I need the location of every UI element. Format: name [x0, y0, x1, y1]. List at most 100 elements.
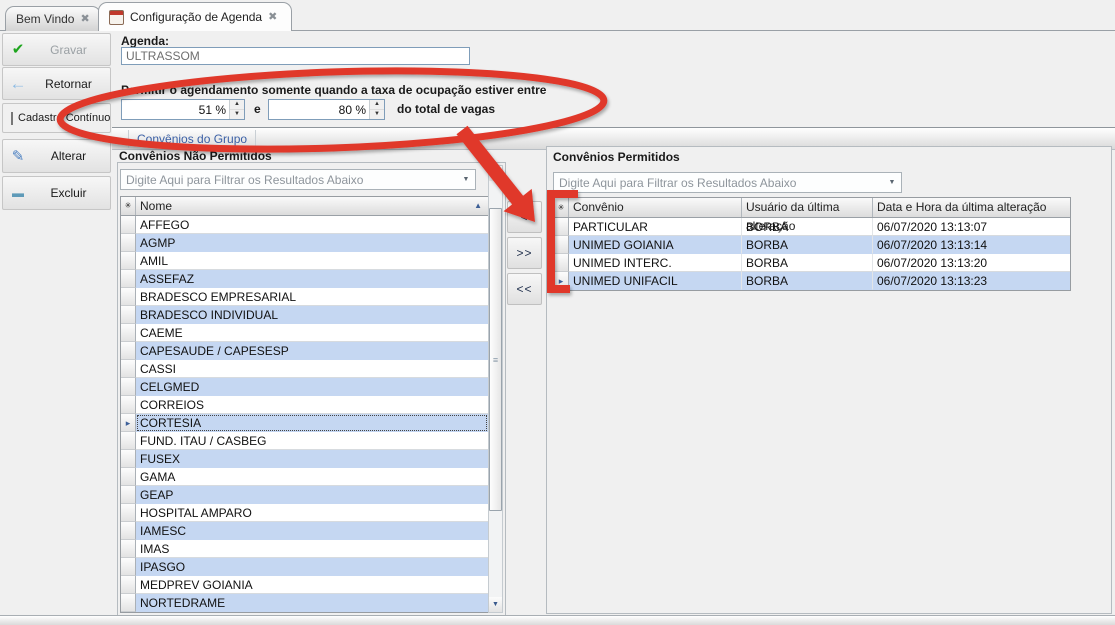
left-list-row[interactable]: AGMP [121, 234, 488, 252]
usuario-cell[interactable]: BORBA [742, 254, 873, 272]
convenio-name-cell[interactable]: IAMESC [136, 522, 488, 540]
occupancy-max-input[interactable] [269, 100, 369, 119]
row-selector-cell[interactable] [121, 324, 136, 342]
convenio-name-cell[interactable]: CORTESIA [136, 414, 488, 432]
usuario-cell[interactable]: BORBA [742, 218, 873, 236]
tab-bem-vindo[interactable]: Bem Vindo ✖ [5, 6, 101, 31]
grid-star-icon[interactable]: ✳ [121, 197, 136, 215]
row-selector-cell[interactable] [121, 594, 136, 612]
column-header-convenio[interactable]: Convênio [569, 198, 742, 217]
row-selector-cell[interactable] [121, 360, 136, 378]
convenio-name-cell[interactable]: IPASGO [136, 558, 488, 576]
convenio-name-cell[interactable]: CELGMED [136, 378, 488, 396]
row-selector-cell[interactable] [121, 576, 136, 594]
spin-up-icon[interactable]: ▲ [230, 100, 244, 109]
row-selector-cell[interactable] [554, 254, 569, 272]
column-header-data-hora[interactable]: Data e Hora da última alteração [873, 198, 1070, 217]
convenio-name-cell[interactable]: AGMP [136, 234, 488, 252]
row-selector-cell[interactable] [121, 504, 136, 522]
convenio-name-cell[interactable]: FUND. ITAU / CASBEG [136, 432, 488, 450]
left-list-row[interactable]: GAMA [121, 468, 488, 486]
left-list-row[interactable]: CORREIOS [121, 396, 488, 414]
left-list-row[interactable]: MEDPREV GOIANIA [121, 576, 488, 594]
right-list-row[interactable]: ▸UNIMED UNIFACILBORBA06/07/2020 13:13:23 [554, 272, 1070, 290]
row-selector-cell[interactable] [554, 236, 569, 254]
convenio-name-cell[interactable]: AFFEGO [136, 216, 488, 234]
row-selector-cell[interactable] [121, 234, 136, 252]
spin-down-icon[interactable]: ▼ [230, 109, 244, 119]
row-selector-cell[interactable] [554, 218, 569, 236]
left-list-row[interactable]: ▸CORTESIA [121, 414, 488, 432]
row-selector-cell[interactable] [121, 432, 136, 450]
convenio-name-cell[interactable]: BRADESCO EMPRESARIAL [136, 288, 488, 306]
occupancy-min-input[interactable] [122, 100, 229, 119]
left-list-row[interactable]: IAMESC [121, 522, 488, 540]
right-filter-input[interactable] [554, 176, 883, 190]
left-list-row[interactable]: GEAP [121, 486, 488, 504]
row-selector-cell[interactable] [121, 522, 136, 540]
convenio-name-cell[interactable]: CAEME [136, 324, 488, 342]
close-icon[interactable]: ✖ [80, 14, 89, 25]
convenio-name-cell[interactable]: BRADESCO INDIVIDUAL [136, 306, 488, 324]
right-list-row[interactable]: UNIMED INTERC.BORBA06/07/2020 13:13:20 [554, 254, 1070, 272]
left-list-row[interactable]: CAEME [121, 324, 488, 342]
scrollbar-thumb[interactable]: ≡ [489, 208, 502, 511]
close-icon[interactable]: ✖ [268, 12, 277, 23]
left-list-row[interactable]: CELGMED [121, 378, 488, 396]
convenio-name-cell[interactable]: GAMA [136, 468, 488, 486]
row-selector-cell[interactable]: ▸ [121, 414, 136, 432]
data-hora-cell[interactable]: 06/07/2020 13:13:20 [873, 254, 1070, 272]
row-selector-cell[interactable] [121, 252, 136, 270]
spin-up-icon[interactable]: ▲ [370, 100, 384, 109]
left-list-row[interactable]: IPASGO [121, 558, 488, 576]
row-selector-cell[interactable] [121, 270, 136, 288]
row-selector-cell[interactable] [121, 306, 136, 324]
gravar-button[interactable]: ✔ Gravar [2, 33, 111, 66]
convenio-name-cell[interactable]: CASSI [136, 360, 488, 378]
scroll-down-icon[interactable]: ▼ [489, 597, 502, 612]
row-selector-cell[interactable] [121, 288, 136, 306]
convenio-name-cell[interactable]: IMAS [136, 540, 488, 558]
scroll-up-icon[interactable]: ▲ [489, 166, 502, 181]
left-list-row[interactable]: HOSPITAL AMPARO [121, 504, 488, 522]
right-list-row[interactable]: UNIMED GOIANIABORBA06/07/2020 13:13:14 [554, 236, 1070, 254]
move-all-left-button[interactable]: << [507, 273, 542, 305]
convenio-name-cell[interactable]: FUSEX [136, 450, 488, 468]
left-list-row[interactable]: BRADESCO EMPRESARIAL [121, 288, 488, 306]
convenio-cell[interactable]: UNIMED INTERC. [569, 254, 742, 272]
convenio-name-cell[interactable]: ASSEFAZ [136, 270, 488, 288]
right-list-row[interactable]: PARTICULARBORBA06/07/2020 13:13:07 [554, 218, 1070, 236]
row-selector-cell[interactable] [121, 342, 136, 360]
row-selector-cell[interactable] [121, 216, 136, 234]
row-selector-cell[interactable]: ▸ [554, 272, 569, 290]
spin-down-icon[interactable]: ▼ [370, 109, 384, 119]
excluir-button[interactable]: ▬ Excluir [2, 176, 111, 210]
convenio-name-cell[interactable]: NORTEDRAME [136, 594, 488, 612]
left-list-scrollbar[interactable]: ▲ ≡ ▼ [488, 165, 503, 613]
left-list-row[interactable]: AFFEGO [121, 216, 488, 234]
left-list-row[interactable]: CAPESAUDE / CAPESESP [121, 342, 488, 360]
left-filter-input[interactable] [121, 173, 457, 187]
left-list-row[interactable]: FUND. ITAU / CASBEG [121, 432, 488, 450]
row-selector-cell[interactable] [121, 450, 136, 468]
left-list-row[interactable]: ASSEFAZ [121, 270, 488, 288]
data-hora-cell[interactable]: 06/07/2020 13:13:14 [873, 236, 1070, 254]
tab-configuracao-de-agenda[interactable]: Configuração de Agenda ✖ [98, 2, 292, 31]
convenio-name-cell[interactable]: MEDPREV GOIANIA [136, 576, 488, 594]
row-selector-cell[interactable] [121, 396, 136, 414]
chevron-down-icon[interactable]: ▼ [457, 176, 475, 183]
row-selector-cell[interactable] [121, 468, 136, 486]
usuario-cell[interactable]: BORBA [742, 236, 873, 254]
convenio-name-cell[interactable]: GEAP [136, 486, 488, 504]
column-header-nome[interactable]: Nome ▲ [136, 197, 488, 215]
column-header-usuario[interactable]: Usuário da última alteração [742, 198, 873, 217]
left-list-row[interactable]: NORTEDRAME [121, 594, 488, 612]
cadastro-continuo-checkbox[interactable] [11, 112, 13, 125]
convenio-cell[interactable]: UNIMED UNIFACIL [569, 272, 742, 290]
convenio-name-cell[interactable]: CAPESAUDE / CAPESESP [136, 342, 488, 360]
tab-convenios-do-grupo[interactable]: Convênios do Grupo [128, 130, 256, 148]
move-selected-left-button[interactable]: < [507, 201, 542, 233]
left-list-row[interactable]: CASSI [121, 360, 488, 378]
convenio-name-cell[interactable]: AMIL [136, 252, 488, 270]
convenio-name-cell[interactable]: CORREIOS [136, 396, 488, 414]
